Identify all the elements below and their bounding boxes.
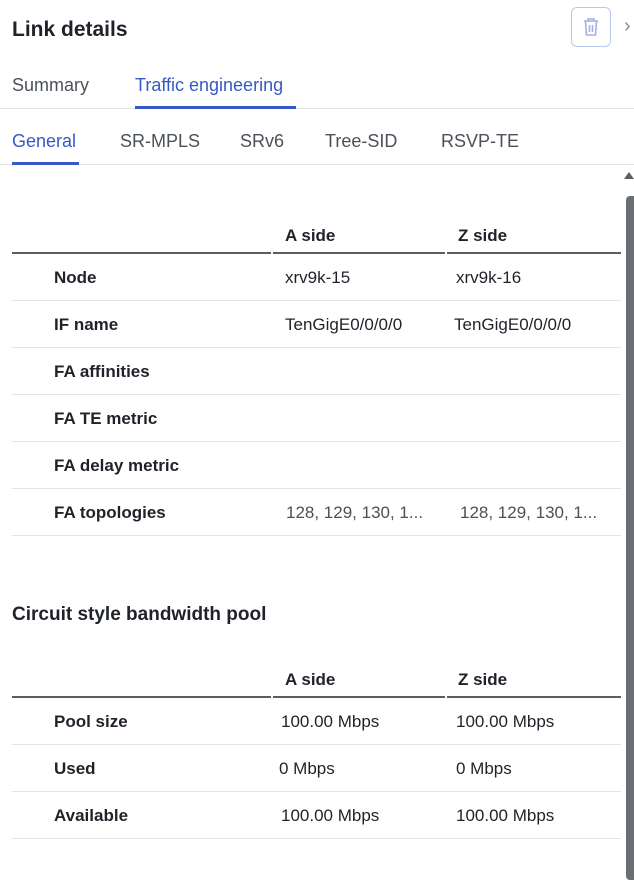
a-side-value: 100.00 Mbps xyxy=(281,806,380,825)
table-header: A side Z side xyxy=(12,662,621,698)
table-row: Node xrv9k-15 xrv9k-16 xyxy=(12,254,621,301)
table-row: FA affinities xyxy=(12,348,621,395)
a-side-value: 0 Mbps xyxy=(279,759,335,778)
active-tab-indicator xyxy=(135,106,296,109)
table-row: FA delay metric xyxy=(12,442,621,489)
row-label: IF name xyxy=(54,315,119,334)
column-header-z-side: Z side xyxy=(458,670,508,689)
row-label: FA delay metric xyxy=(54,456,180,475)
tab-sr-mpls[interactable]: SR-MPLS xyxy=(120,131,200,152)
z-side-value: xrv9k-16 xyxy=(456,268,522,287)
scrollbar-thumb[interactable] xyxy=(626,196,634,880)
panel-title: Link details xyxy=(12,18,128,41)
tab-tree-sid[interactable]: Tree-SID xyxy=(325,131,397,152)
table-row: FA topologies 128, 129, 130, 1... 128, 1… xyxy=(12,489,621,536)
chevron-right-icon[interactable]: › xyxy=(624,16,631,36)
z-side-value: 100.00 Mbps xyxy=(456,712,555,731)
primary-tabs: Summary Traffic engineering xyxy=(0,72,634,109)
table-row: IF name TenGigE0/0/0/0 TenGigE0/0/0/0 xyxy=(12,301,621,348)
delete-button[interactable] xyxy=(571,7,611,47)
tab-general[interactable]: General xyxy=(12,131,76,152)
a-side-value: 100.00 Mbps xyxy=(281,712,380,731)
tab-rsvp-te[interactable]: RSVP-TE xyxy=(441,131,519,152)
table-header: A side Z side xyxy=(12,218,621,254)
a-side-value: 128, 129, 130, 1... xyxy=(286,503,424,522)
column-header-a-side: A side xyxy=(285,226,336,245)
row-label: FA affinities xyxy=(54,362,150,381)
a-side-value: xrv9k-15 xyxy=(285,268,351,287)
secondary-tabs: General SR-MPLS SRv6 Tree-SID RSVP-TE xyxy=(0,128,634,165)
z-side-value: TenGigE0/0/0/0 xyxy=(454,315,572,334)
table-row: Available 100.00 Mbps 100.00 Mbps xyxy=(12,792,621,839)
row-label: Node xyxy=(54,268,97,287)
scroll-up-arrow-icon[interactable] xyxy=(624,172,634,179)
z-side-value: 0 Mbps xyxy=(456,759,512,778)
trash-icon xyxy=(584,18,598,36)
bandwidth-table: A side Z side Pool size 100.00 Mbps 100.… xyxy=(12,662,621,839)
active-subtab-indicator xyxy=(12,162,79,165)
section-title: Circuit style bandwidth pool xyxy=(12,604,267,625)
z-side-value: 100.00 Mbps xyxy=(456,806,555,825)
table-row: Used 0 Mbps 0 Mbps xyxy=(12,745,621,792)
row-label: Pool size xyxy=(54,712,128,731)
a-side-value: TenGigE0/0/0/0 xyxy=(285,315,403,334)
row-label: Used xyxy=(54,759,96,778)
tab-traffic-engineering[interactable]: Traffic engineering xyxy=(135,75,283,96)
table-row: FA TE metric xyxy=(12,395,621,442)
tab-srv6[interactable]: SRv6 xyxy=(240,131,284,152)
column-header-z-side: Z side xyxy=(458,226,508,245)
z-side-value: 128, 129, 130, 1... xyxy=(460,503,598,522)
general-table: A side Z side Node xrv9k-15 xrv9k-16 IF … xyxy=(12,218,621,536)
row-label: Available xyxy=(54,806,129,825)
tab-summary[interactable]: Summary xyxy=(12,75,89,96)
row-label: FA TE metric xyxy=(54,409,158,428)
column-header-a-side: A side xyxy=(285,670,336,689)
row-label: FA topologies xyxy=(54,503,166,522)
table-row: Pool size 100.00 Mbps 100.00 Mbps xyxy=(12,698,621,745)
